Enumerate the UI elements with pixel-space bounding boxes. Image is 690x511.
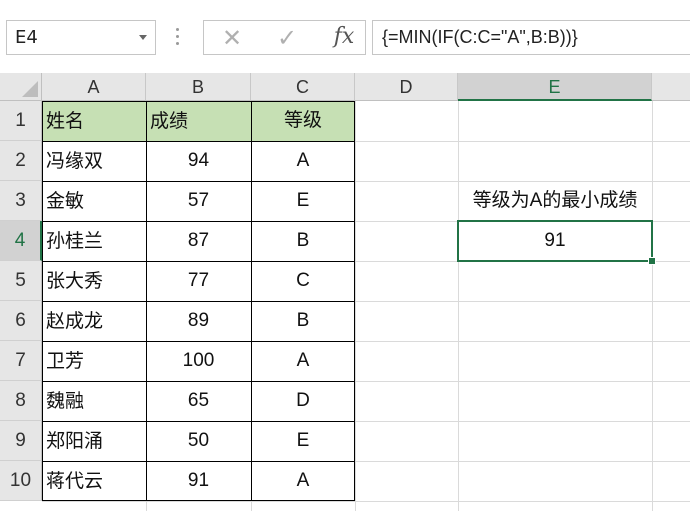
insert-function-icon[interactable]: fx — [327, 23, 361, 51]
more-vertical-icon — [176, 28, 180, 48]
cell-score[interactable]: 100 — [146, 341, 251, 381]
row-header-1[interactable]: 1 — [0, 101, 42, 141]
formula-text: {=MIN(IF(C:C="A",B:B))} — [382, 27, 578, 47]
gridline — [42, 501, 690, 502]
select-all-button[interactable] — [0, 73, 42, 101]
cell-score[interactable]: 89 — [146, 301, 251, 341]
chevron-down-icon[interactable] — [139, 35, 147, 40]
cell-grade[interactable]: E — [251, 181, 355, 221]
cell-name[interactable]: 赵成龙 — [42, 301, 146, 341]
name-box-value: E4 — [15, 27, 38, 48]
cell-name[interactable]: 郑阳涌 — [42, 421, 146, 461]
cell-grade[interactable]: A — [251, 461, 355, 501]
cell-score[interactable]: 91 — [146, 461, 251, 501]
formula-buttons: ✕ ✓ fx — [203, 20, 366, 55]
cell-a1[interactable]: 姓名 — [42, 101, 146, 141]
cell-grade[interactable]: D — [251, 381, 355, 421]
cell-grade[interactable]: B — [251, 221, 355, 261]
column-header-c[interactable]: C — [251, 73, 355, 101]
row-header-7[interactable]: 7 — [0, 341, 42, 381]
row-header-6[interactable]: 6 — [0, 301, 42, 341]
cell-grade[interactable]: E — [251, 421, 355, 461]
cancel-icon[interactable]: ✕ — [217, 24, 247, 52]
enter-icon[interactable]: ✓ — [272, 24, 302, 52]
row-header-2[interactable]: 2 — [0, 141, 42, 181]
cell-score[interactable]: 57 — [146, 181, 251, 221]
name-box[interactable]: E4 — [6, 20, 156, 55]
gridline — [355, 101, 356, 511]
column-header-a[interactable]: A — [42, 73, 146, 101]
column-header-d[interactable]: D — [355, 73, 458, 101]
cell-score[interactable]: 87 — [146, 221, 251, 261]
row-header-8[interactable]: 8 — [0, 381, 42, 421]
column-header-b[interactable]: B — [146, 73, 251, 101]
cell-name[interactable]: 蒋代云 — [42, 461, 146, 501]
cell-grade[interactable]: A — [251, 341, 355, 381]
gridline — [458, 101, 459, 511]
cell-grade[interactable]: B — [251, 301, 355, 341]
row-header-5[interactable]: 5 — [0, 261, 42, 301]
cell-grade[interactable]: A — [251, 141, 355, 181]
row-header-4[interactable]: 4 — [0, 221, 42, 261]
cell-score[interactable]: 77 — [146, 261, 251, 301]
row-header-10[interactable]: 10 — [0, 461, 42, 501]
column-header-f[interactable] — [652, 73, 690, 101]
cell-name[interactable]: 卫芳 — [42, 341, 146, 381]
cell-score[interactable]: 50 — [146, 421, 251, 461]
column-header-e[interactable]: E — [458, 73, 652, 101]
fill-handle[interactable] — [648, 257, 656, 265]
cell-name[interactable]: 金敏 — [42, 181, 146, 221]
row-header-9[interactable]: 9 — [0, 421, 42, 461]
gridline — [652, 101, 653, 511]
cell-name[interactable]: 魏融 — [42, 381, 146, 421]
formula-input[interactable]: {=MIN(IF(C:C="A",B:B))} — [372, 20, 690, 55]
cell-name[interactable]: 孙桂兰 — [42, 221, 146, 261]
cell-b1[interactable]: 成绩 — [146, 101, 251, 141]
formula-bar: E4 ✕ ✓ fx {=MIN(IF(C:C="A",B:B))} — [0, 0, 690, 73]
cell-name[interactable]: 冯缘双 — [42, 141, 146, 181]
active-cell-border — [457, 220, 653, 262]
cell-e3-result-label[interactable]: 等级为A的最小成绩 — [458, 181, 652, 221]
cell-grade[interactable]: C — [251, 261, 355, 301]
cell-name[interactable]: 张大秀 — [42, 261, 146, 301]
cell-score[interactable]: 65 — [146, 381, 251, 421]
cell-c1[interactable]: 等级 — [251, 101, 355, 141]
cell-score[interactable]: 94 — [146, 141, 251, 181]
row-header-3[interactable]: 3 — [0, 181, 42, 221]
